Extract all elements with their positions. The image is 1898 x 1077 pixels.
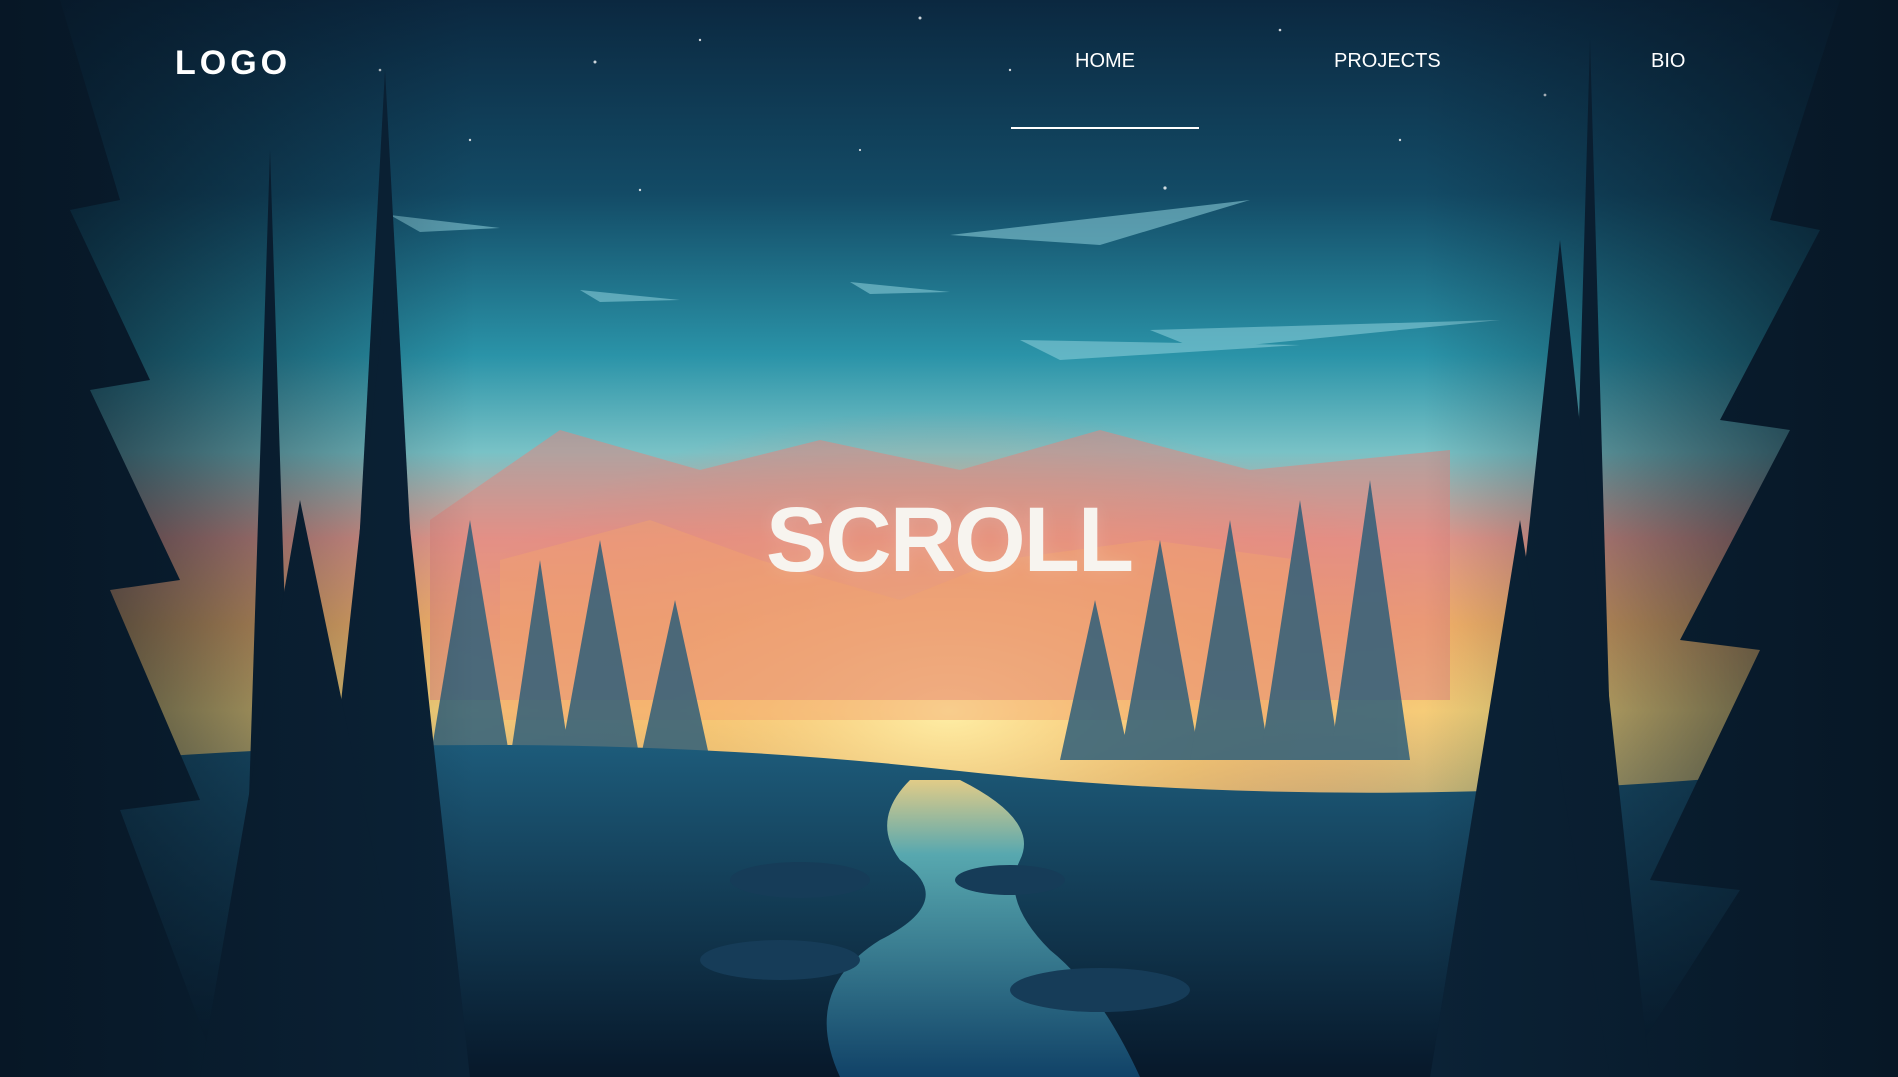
site-logo[interactable]: LOGO xyxy=(175,44,291,83)
nav-home-link[interactable]: HOME xyxy=(1075,50,1135,73)
landing-page: LOGO HOME PROJECTS BIO SCROLL xyxy=(0,0,1898,1077)
nav-bio-link[interactable]: BIO xyxy=(1651,50,1685,73)
hero-title: SCROLL xyxy=(765,489,1134,591)
active-nav-indicator xyxy=(1011,127,1199,129)
nav-projects-link[interactable]: PROJECTS xyxy=(1334,50,1441,73)
